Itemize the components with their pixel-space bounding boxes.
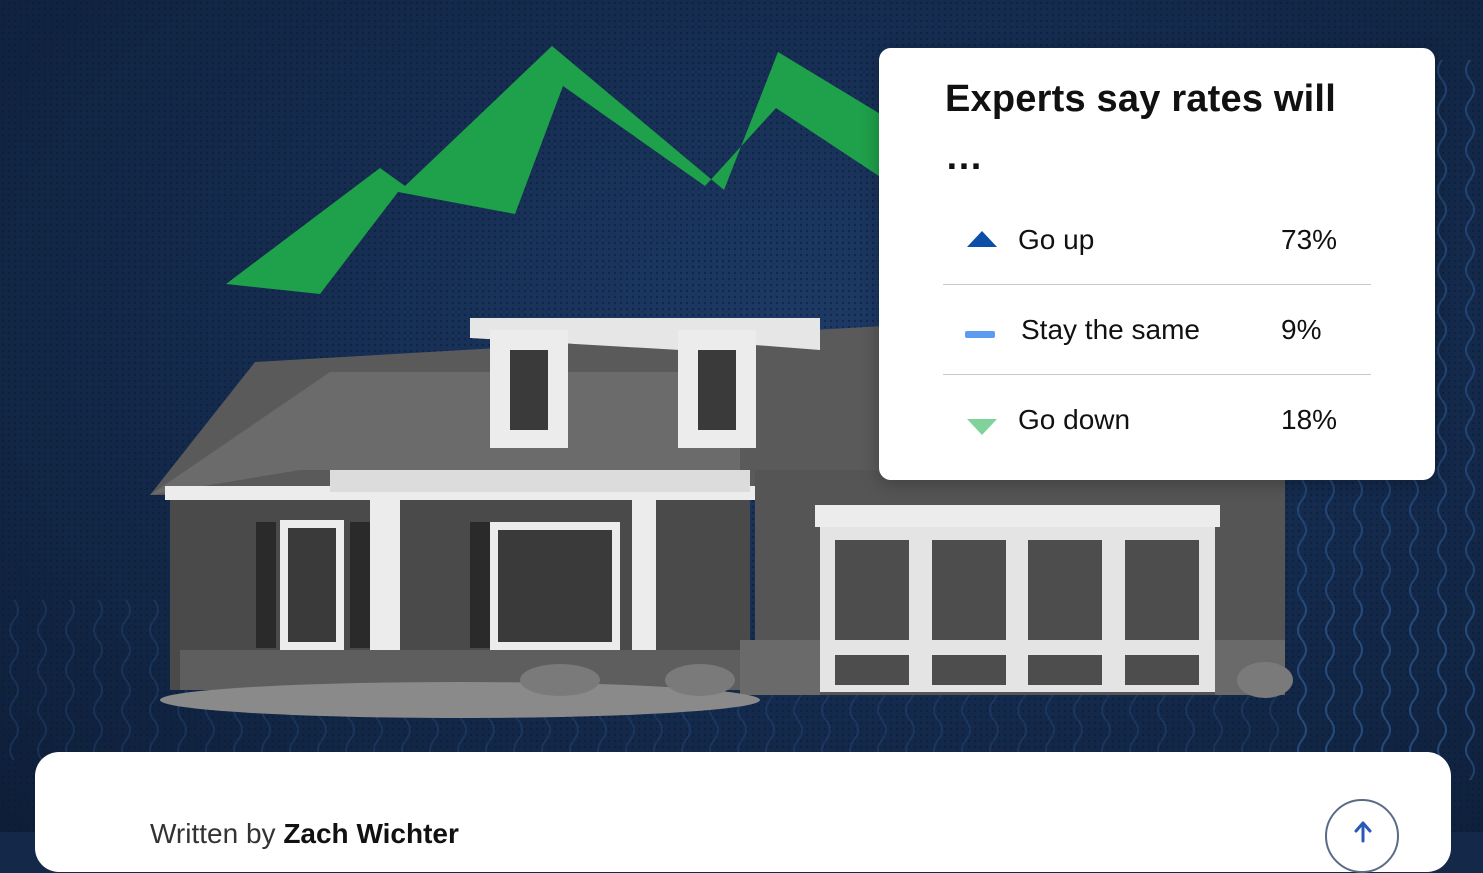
poll-option-value: 18% xyxy=(1281,404,1338,435)
poll-option-go-down: Go down 18% xyxy=(943,404,1371,494)
rate-poll-card: Experts say rates will … Go up 73% Stay … xyxy=(879,48,1435,480)
triangle-down-icon xyxy=(965,417,999,442)
poll-option-go-up: Go up 73% xyxy=(943,224,1371,314)
poll-title: Experts say rates will … xyxy=(945,78,1336,178)
byline-prefix: Written by xyxy=(150,818,276,849)
byline: Written by Zach Wichter xyxy=(150,818,459,850)
article-card: Written by Zach Wichter xyxy=(35,752,1451,873)
poll-option-value: 73% xyxy=(1281,224,1338,255)
poll-option-value: 9% xyxy=(1281,314,1322,345)
arrow-up-icon xyxy=(1354,821,1372,843)
poll-divider xyxy=(943,374,1371,375)
poll-option-label: Go up xyxy=(1018,224,1095,255)
dash-icon xyxy=(965,326,997,344)
poll-option-stay-same: Stay the same 9% xyxy=(943,314,1371,404)
poll-divider xyxy=(943,284,1371,285)
author-link[interactable]: Zach Wichter xyxy=(283,818,459,849)
poll-option-label: Stay the same xyxy=(1021,314,1200,345)
poll-option-label: Go down xyxy=(1018,404,1131,435)
triangle-up-icon xyxy=(965,229,999,254)
scroll-up-button[interactable] xyxy=(1325,799,1399,873)
